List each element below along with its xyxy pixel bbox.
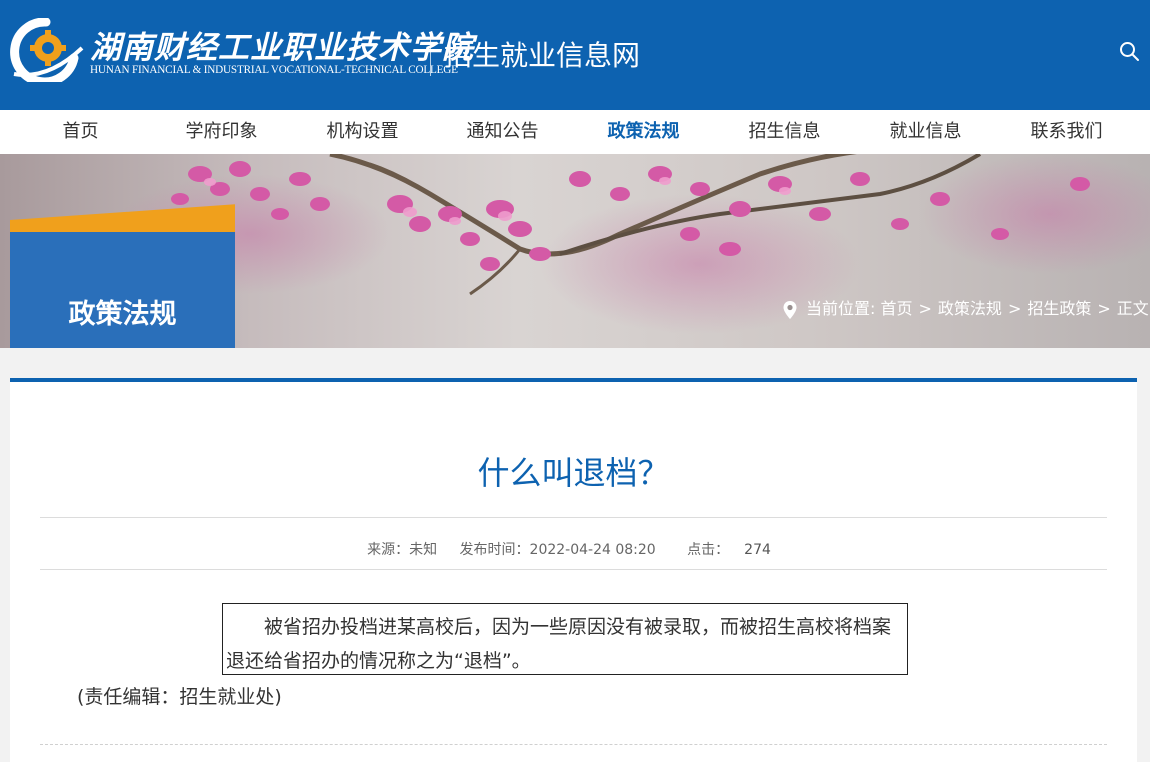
college-name-cn: 湖南财经工业职业技术学院 [90,30,474,66]
nav-item-policies[interactable]: 政策法规 [573,110,714,154]
article-meta: 来源：未知 发布时间：2022-04-24 08:20 点击： 274 [10,539,1137,559]
title-divider [40,517,1107,518]
article-source: 来源：未知 [367,542,438,558]
college-logo-icon[interactable] [8,18,84,82]
header-divider [430,32,431,76]
meta-divider [40,569,1107,570]
search-icon[interactable] [1118,40,1140,62]
breadcrumb-separator: > [918,299,932,318]
college-name-en: HUNAN FINANCIAL & INDUSTRIAL VOCATIONAL-… [90,64,458,76]
breadcrumb-admission-policy[interactable]: 招生政策 [1027,299,1091,318]
article-clicks-value: 274 [744,542,771,558]
main-nav: 首页 学府印象 机构设置 通知公告 政策法规 招生信息 就业信息 联系我们 [0,110,1150,154]
nav-item-contact[interactable]: 联系我们 [996,110,1137,154]
article-panel: 什么叫退档？ 来源：未知 发布时间：2022-04-24 08:20 点击： 27… [10,378,1137,762]
breadcrumb: 当前位置: 首页 > 政策法规 > 招生政策 > 正文 [782,298,1149,320]
site-header: 湖南财经工业职业技术学院 HUNAN FINANCIAL & INDUSTRIA… [0,0,1150,110]
article-body: 被省招办投档进某高校后，因为一些原因没有被录取，而被招生高校将档案退还给省招办的… [226,616,892,672]
location-label: 当前位置: [806,299,876,318]
breadcrumb-home[interactable]: 首页 [881,299,913,318]
breadcrumb-separator: > [1007,299,1022,318]
breadcrumb-policies[interactable]: 政策法规 [938,299,1002,318]
article-editor: (责任编辑：招生就业处) [77,686,282,708]
banner-title: 政策法规 [68,299,177,330]
location-pin-icon [783,300,797,319]
nav-item-admissions[interactable]: 招生信息 [714,110,855,154]
nav-item-impression[interactable]: 学府印象 [151,110,292,154]
breadcrumb-separator: > [1097,299,1111,318]
nav-item-employment[interactable]: 就业信息 [855,110,996,154]
nav-item-notices[interactable]: 通知公告 [432,110,573,154]
article-title: 什么叫退档？ [477,454,670,492]
nav-item-organization[interactable]: 机构设置 [292,110,433,154]
breadcrumb-current: 正文 [1116,299,1149,318]
article-clicks-label: 点击： [687,542,730,558]
bottom-divider [40,744,1107,745]
site-title: 招生就业信息网 [444,39,641,72]
nav-item-home[interactable]: 首页 [10,110,151,154]
article-publish-time: 发布时间：2022-04-24 08:20 [459,542,656,558]
